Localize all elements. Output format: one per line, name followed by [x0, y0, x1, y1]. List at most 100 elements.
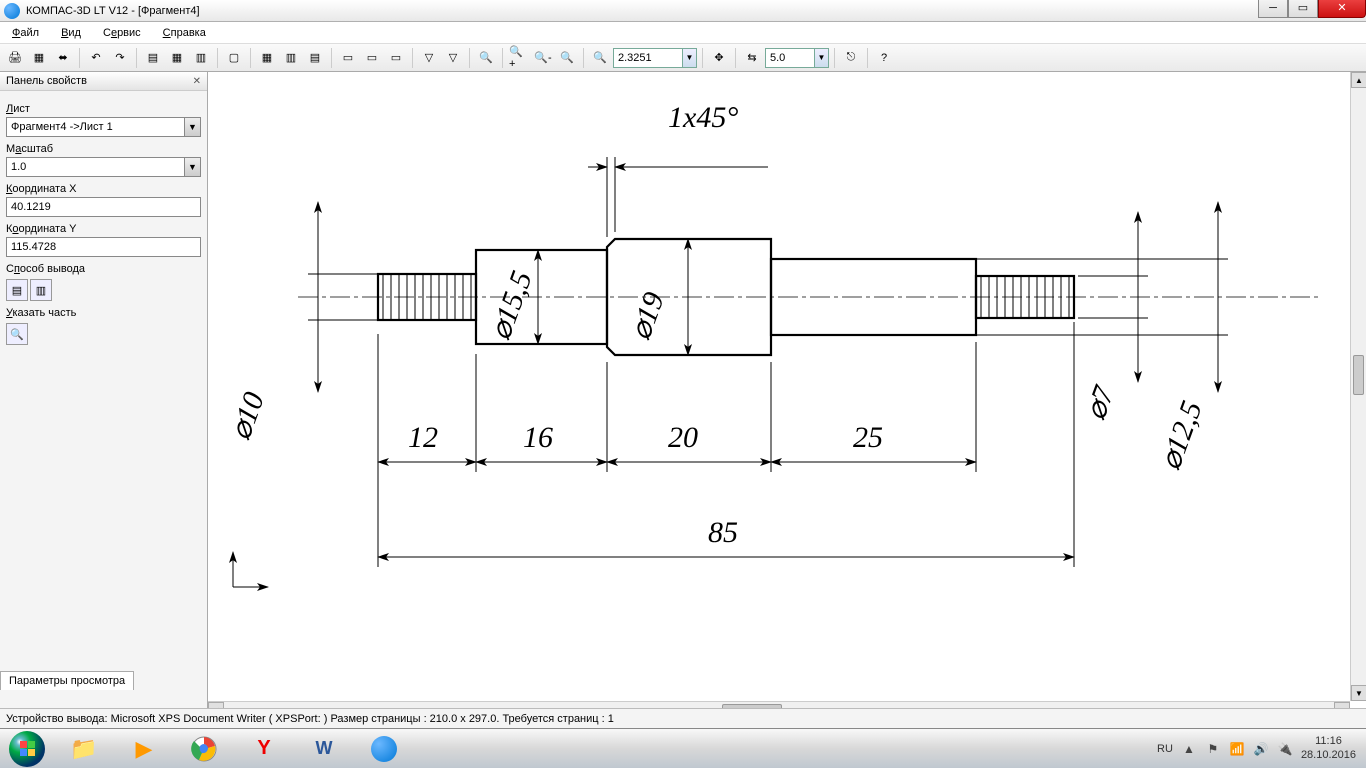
- dim-d19: ⌀19: [624, 288, 671, 344]
- close-button[interactable]: ✕: [1318, 0, 1366, 18]
- zoom-value-combo[interactable]: ▼: [613, 48, 697, 68]
- help-icon[interactable]: ?: [873, 47, 895, 69]
- taskbar-chrome[interactable]: [175, 730, 233, 768]
- taskbar-yandex[interactable]: Y: [235, 730, 293, 768]
- output-label: Способ вывода: [6, 263, 201, 275]
- dim-d155: ⌀15,5: [484, 267, 539, 345]
- move-step-icon[interactable]: ⇆: [741, 47, 763, 69]
- taskbar-explorer[interactable]: 📁: [55, 730, 113, 768]
- zoom-dropdown-icon[interactable]: ▼: [683, 48, 697, 68]
- scroll-up-icon[interactable]: ▲: [1351, 72, 1366, 88]
- window-title: КОМПАС-3D LT V12 - [Фрагмент4]: [26, 5, 1362, 17]
- tray-network-icon[interactable]: 📶: [1229, 741, 1245, 757]
- zoom-out-icon[interactable]: 🔍-: [532, 47, 554, 69]
- print-icon[interactable]: 🖨: [4, 47, 26, 69]
- menu-help[interactable]: Справка: [157, 25, 212, 41]
- sheet-dropdown-icon[interactable]: ▼: [185, 117, 201, 137]
- coordx-field[interactable]: [6, 197, 201, 217]
- taskbar-media[interactable]: ▶: [115, 730, 173, 768]
- dim-l16: 16: [523, 421, 553, 454]
- panel-header: Панель свойств ✕: [0, 72, 207, 91]
- tray-volume-icon[interactable]: 🔊: [1253, 741, 1269, 757]
- main-area: Панель свойств ✕ Лист ▼ Масштаб ▼ Коорди…: [0, 72, 1366, 717]
- tray-language[interactable]: RU: [1157, 743, 1173, 755]
- tray-chevron-icon[interactable]: ▲: [1181, 741, 1197, 757]
- layout-2-icon[interactable]: ▥: [280, 47, 302, 69]
- menu-view[interactable]: Вид: [55, 25, 87, 41]
- title-bar: КОМПАС-3D LT V12 - [Фрагмент4] ─ ▭ ✕: [0, 0, 1366, 22]
- system-tray: RU ▲ ⚑ 📶 🔊 🔌 11:16 28.10.2016: [1147, 729, 1366, 768]
- technical-drawing: 1x45° ⌀10 ⌀15,5 ⌀19 ⌀7 ⌀12,5 12 16 20 25…: [208, 72, 1348, 692]
- filter-icon[interactable]: ▽: [418, 47, 440, 69]
- filter-off-icon[interactable]: ▽: [442, 47, 464, 69]
- select-part-icon[interactable]: 🔍: [6, 323, 28, 345]
- kompas-icon: [371, 736, 397, 762]
- start-button[interactable]: [0, 729, 54, 769]
- fit-width-icon[interactable]: ⬌: [52, 47, 74, 69]
- layout-5-icon[interactable]: ▭: [361, 47, 383, 69]
- grid-icon[interactable]: ▦: [166, 47, 188, 69]
- app-icon: [4, 3, 20, 19]
- panel-close-icon[interactable]: ✕: [193, 76, 201, 87]
- zoom-in-icon[interactable]: 🔍+: [508, 47, 530, 69]
- zoom-input[interactable]: [613, 48, 683, 68]
- layout-4-icon[interactable]: ▭: [337, 47, 359, 69]
- menu-file[interactable]: Файл: [6, 25, 45, 41]
- sheet-field[interactable]: [6, 117, 185, 137]
- panel-title: Панель свойств: [6, 75, 87, 87]
- page-setup-icon[interactable]: ▤: [142, 47, 164, 69]
- step-combo[interactable]: ▼: [765, 48, 829, 68]
- minimize-button[interactable]: ─: [1258, 0, 1288, 18]
- dim-l12: 12: [408, 421, 438, 454]
- fit-page-icon[interactable]: ▦: [28, 47, 50, 69]
- layout-3-icon[interactable]: ▤: [304, 47, 326, 69]
- dim-l85: 85: [708, 516, 738, 549]
- dim-l25: 25: [853, 421, 883, 454]
- dim-d125: ⌀12,5: [1154, 397, 1209, 475]
- coordy-field[interactable]: [6, 237, 201, 257]
- sheet-label: Лист: [6, 103, 201, 115]
- panel-tab[interactable]: Параметры просмотра: [0, 671, 134, 690]
- tray-clock[interactable]: 11:16 28.10.2016: [1301, 735, 1356, 761]
- scale-label: Масштаб: [6, 143, 201, 155]
- show-frame-icon[interactable]: ▢: [223, 47, 245, 69]
- scroll-down-icon[interactable]: ▼: [1351, 685, 1366, 701]
- layout-6-icon[interactable]: ▭: [385, 47, 407, 69]
- status-bar: Устройство вывода: Microsoft XPS Documen…: [0, 708, 1366, 728]
- tray-power-icon[interactable]: 🔌: [1277, 741, 1293, 757]
- tray-time: 11:16: [1301, 735, 1356, 748]
- scroll-thumb-v[interactable]: [1353, 355, 1364, 395]
- taskbar-word[interactable]: W: [295, 730, 353, 768]
- chrome-icon: [191, 736, 217, 762]
- zoom-area-icon[interactable]: 🔍: [475, 47, 497, 69]
- output-mode-2-icon[interactable]: ▥: [30, 279, 52, 301]
- menu-service[interactable]: Сервис: [97, 25, 147, 41]
- pan-icon[interactable]: ✥: [708, 47, 730, 69]
- part-label: Указать часть: [6, 307, 201, 319]
- zoom-window-icon[interactable]: 🔍: [556, 47, 578, 69]
- maximize-button[interactable]: ▭: [1288, 0, 1318, 18]
- step-input[interactable]: [765, 48, 815, 68]
- coordx-label: Координата X: [6, 183, 201, 195]
- layout-1-icon[interactable]: ▦: [256, 47, 278, 69]
- coordy-label: Координата Y: [6, 223, 201, 235]
- rotate-right-icon[interactable]: ↷: [109, 47, 131, 69]
- status-text: Устройство вывода: Microsoft XPS Documen…: [6, 713, 614, 725]
- dim-l20: 20: [668, 421, 698, 454]
- tile-icon[interactable]: ▥: [190, 47, 212, 69]
- scale-dropdown-icon[interactable]: ▼: [185, 157, 201, 177]
- taskbar: 📁 ▶ Y W RU ▲ ⚑ 📶 🔊 🔌 11:16 28.10.2016: [0, 728, 1366, 768]
- exit-preview-icon[interactable]: ⎋: [840, 47, 862, 69]
- zoom-fit-icon[interactable]: 🔍: [589, 47, 611, 69]
- scrollbar-vertical[interactable]: ▲ ▼: [1350, 72, 1366, 701]
- scale-field[interactable]: [6, 157, 185, 177]
- step-dropdown-icon[interactable]: ▼: [815, 48, 829, 68]
- taskbar-kompas[interactable]: [355, 730, 413, 768]
- window-controls: ─ ▭ ✕: [1258, 0, 1366, 18]
- dim-d7: ⌀7: [1079, 380, 1122, 424]
- tray-flag-icon[interactable]: ⚑: [1205, 741, 1221, 757]
- rotate-left-icon[interactable]: ↶: [85, 47, 107, 69]
- canvas-area[interactable]: 1x45° ⌀10 ⌀15,5 ⌀19 ⌀7 ⌀12,5 12 16 20 25…: [208, 72, 1366, 717]
- dim-chamfer: 1x45°: [668, 101, 738, 134]
- output-mode-1-icon[interactable]: ▤: [6, 279, 28, 301]
